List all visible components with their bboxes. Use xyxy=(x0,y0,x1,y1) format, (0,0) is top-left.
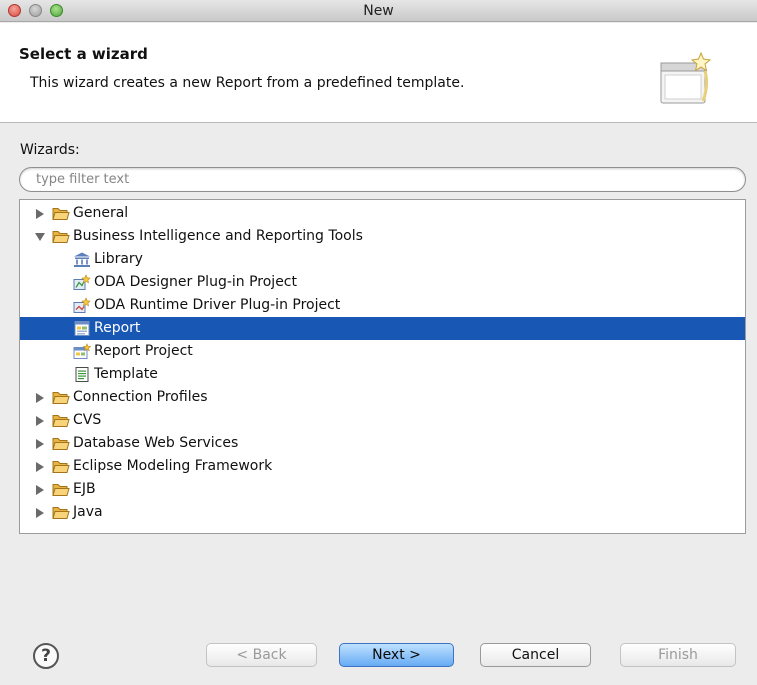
plugin-project-icon xyxy=(73,297,91,313)
cancel-button[interactable]: Cancel xyxy=(480,643,591,667)
folder-icon xyxy=(52,208,70,220)
tree-item-oda-runtime[interactable]: ODA Runtime Driver Plug-in Project xyxy=(20,294,745,317)
collapse-triangle-icon[interactable] xyxy=(35,232,45,242)
template-icon xyxy=(75,367,89,382)
page-description: This wizard creates a new Report from a … xyxy=(30,75,465,91)
wizard-header: Select a wizard This wizard creates a ne… xyxy=(0,23,757,123)
tree-item-java[interactable]: Java xyxy=(20,501,745,524)
new-wizard-window: New Select a wizard This wizard creates … xyxy=(0,0,757,685)
tree-item-ejb[interactable]: EJB xyxy=(20,478,745,501)
folder-icon xyxy=(52,507,70,519)
expand-triangle-icon[interactable] xyxy=(35,485,45,495)
finish-button[interactable]: Finish xyxy=(620,643,736,667)
tree-item-label: Connection Profiles xyxy=(73,389,208,405)
tree-item-label: ODA Runtime Driver Plug-in Project xyxy=(94,297,341,313)
new-wizard-banner-icon xyxy=(660,51,712,104)
expand-triangle-icon[interactable] xyxy=(35,462,45,472)
tree-item-label: Report Project xyxy=(94,343,193,359)
next-button[interactable]: Next > xyxy=(339,643,454,667)
tree-item-label: ODA Designer Plug-in Project xyxy=(94,274,297,290)
tree-item-database-web-services[interactable]: Database Web Services xyxy=(20,432,745,455)
window-title: New xyxy=(363,3,394,19)
tree-item-label: Eclipse Modeling Framework xyxy=(73,458,273,474)
tree-item-label: CVS xyxy=(73,412,102,428)
tree-item-label: Business Intelligence and Reporting Tool… xyxy=(73,228,363,244)
report-project-icon xyxy=(73,343,91,359)
tree-item-oda-designer[interactable]: ODA Designer Plug-in Project xyxy=(20,271,745,294)
folder-icon xyxy=(52,231,70,243)
tree-item-label: Java xyxy=(73,504,103,520)
library-icon xyxy=(74,252,90,267)
plugin-project-icon xyxy=(73,274,91,290)
tree-item-label: EJB xyxy=(73,481,96,497)
tree-item-connection-profiles[interactable]: Connection Profiles xyxy=(20,386,745,409)
filter-field[interactable] xyxy=(19,167,746,192)
expand-triangle-icon[interactable] xyxy=(35,393,45,403)
tree-item-report[interactable]: Report xyxy=(20,317,745,340)
wizards-label: Wizards: xyxy=(20,142,80,158)
folder-icon xyxy=(52,392,70,404)
filter-input[interactable] xyxy=(20,168,745,191)
folder-icon xyxy=(52,438,70,450)
tree-item-template[interactable]: Template xyxy=(20,363,745,386)
wizard-tree[interactable]: General Business Intelligence and Report… xyxy=(19,199,746,534)
help-button[interactable]: ? xyxy=(33,643,59,669)
tree-item-label: Report xyxy=(94,320,141,336)
tree-item-birt[interactable]: Business Intelligence and Reporting Tool… xyxy=(20,225,745,248)
back-button[interactable]: < Back xyxy=(206,643,317,667)
folder-icon xyxy=(52,415,70,427)
tree-item-general[interactable]: General xyxy=(20,202,745,225)
folder-icon xyxy=(52,484,70,496)
tree-item-library[interactable]: Library xyxy=(20,248,745,271)
tree-item-report-project[interactable]: Report Project xyxy=(20,340,745,363)
tree-item-label: Template xyxy=(94,366,158,382)
tree-item-label: Database Web Services xyxy=(73,435,239,451)
tree-item-label: Library xyxy=(94,251,143,267)
expand-triangle-icon[interactable] xyxy=(35,209,45,219)
expand-triangle-icon[interactable] xyxy=(35,508,45,518)
expand-triangle-icon[interactable] xyxy=(35,439,45,449)
tree-item-cvs[interactable]: CVS xyxy=(20,409,745,432)
report-icon xyxy=(74,321,90,336)
tree-item-label: General xyxy=(73,205,129,221)
expand-triangle-icon[interactable] xyxy=(35,416,45,426)
title-bar[interactable]: New xyxy=(0,0,757,22)
folder-icon xyxy=(52,461,70,473)
page-title: Select a wizard xyxy=(19,45,148,63)
tree-item-eclipse-modeling-framework[interactable]: Eclipse Modeling Framework xyxy=(20,455,745,478)
